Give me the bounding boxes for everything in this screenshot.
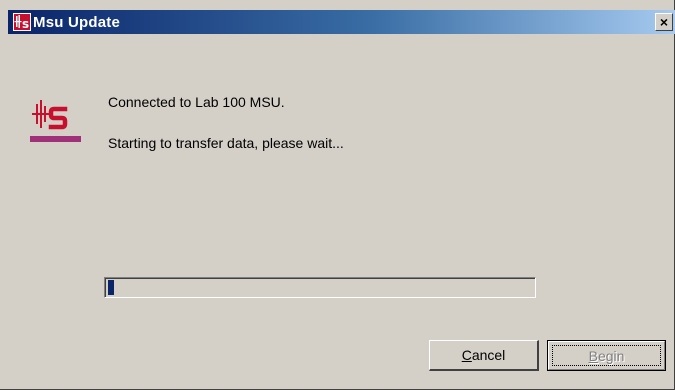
close-icon: × bbox=[659, 14, 669, 30]
cancel-button-label: Cancel bbox=[461, 347, 506, 363]
dialog-window: s Msu Update × Connected to Lab 100 MSU.… bbox=[0, 0, 675, 390]
close-button[interactable]: × bbox=[655, 13, 673, 31]
status-message-transfer: Starting to transfer data, please wait..… bbox=[108, 135, 344, 151]
progress-fill bbox=[108, 280, 114, 295]
title-bar[interactable]: s Msu Update × bbox=[8, 10, 675, 34]
hs-logo-icon: s bbox=[13, 13, 31, 31]
window-title: Msu Update bbox=[33, 13, 121, 31]
begin-button[interactable]: Begin bbox=[547, 340, 666, 371]
status-message-connected: Connected to Lab 100 MSU. bbox=[108, 94, 285, 110]
cancel-button[interactable]: Cancel bbox=[429, 340, 539, 371]
progress-bar bbox=[104, 277, 536, 298]
begin-button-label: Begin bbox=[588, 347, 625, 364]
hs-logo-icon bbox=[30, 100, 81, 142]
svg-text:s: s bbox=[22, 17, 29, 31]
